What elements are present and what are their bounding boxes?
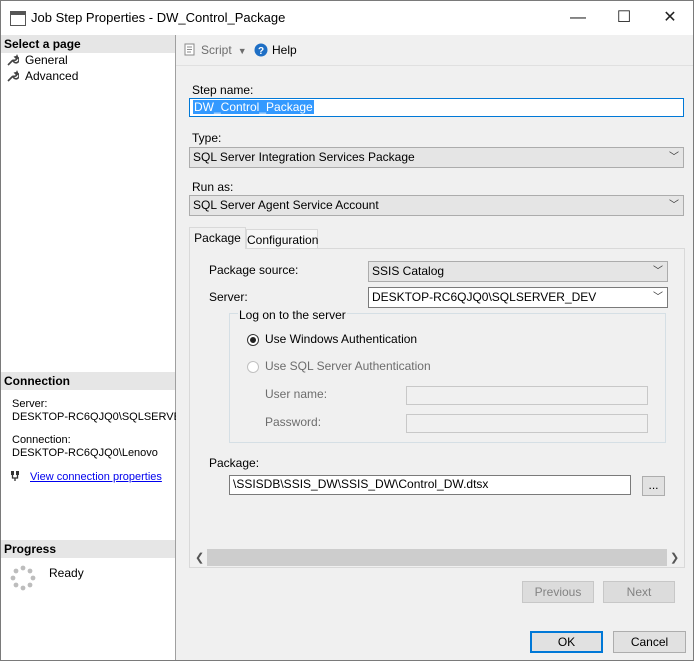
close-button[interactable]: ✕: [647, 1, 693, 34]
select-page-header: Select a page: [1, 35, 175, 53]
help-button[interactable]: ? Help: [254, 43, 297, 57]
window-title: Job Step Properties - DW_Control_Package: [31, 10, 286, 25]
package-server-select[interactable]: DESKTOP-RC6QJQ0\SQLSERVER_DEV ﹀: [368, 287, 668, 308]
horizontal-scrollbar[interactable]: ❮ ❯: [190, 549, 684, 566]
page-item-label: General: [25, 53, 68, 67]
tab-configuration[interactable]: Configuration: [246, 229, 318, 249]
connection-header: Connection: [1, 372, 175, 390]
package-server-label: Server:: [209, 290, 248, 304]
logon-group-title: Log on to the server: [238, 308, 347, 322]
package-source-label: Package source:: [209, 263, 299, 277]
windows-auth-radio[interactable]: [247, 334, 259, 346]
maximize-button[interactable]: ☐: [601, 1, 647, 34]
type-select[interactable]: SQL Server Integration Services Package ﹀: [189, 147, 684, 168]
script-icon: [184, 43, 195, 56]
chevron-down-icon: ﹀: [653, 266, 663, 277]
step-name-label: Step name:: [192, 83, 254, 97]
progress-status: Ready: [49, 566, 84, 580]
page-item-label: Advanced: [25, 69, 79, 83]
logon-groupbox: Log on to the server Use Windows Authent…: [229, 308, 666, 443]
page-item-advanced[interactable]: Advanced: [7, 69, 78, 83]
previous-button[interactable]: Previous: [522, 581, 594, 603]
username-input[interactable]: [406, 386, 648, 405]
type-value: SQL Server Integration Services Package: [193, 150, 415, 164]
windows-auth-label: Use Windows Authentication: [265, 332, 418, 346]
package-source-value: SSIS Catalog: [372, 264, 445, 278]
progress-header: Progress: [1, 540, 175, 558]
progress-spinner-icon: [10, 565, 36, 591]
chevron-down-icon: ﹀: [669, 200, 679, 211]
script-button[interactable]: Script ▼: [183, 43, 247, 57]
minimize-button[interactable]: —: [555, 1, 601, 34]
type-label: Type:: [192, 131, 222, 145]
run-as-select[interactable]: SQL Server Agent Service Account ﹀: [189, 195, 684, 216]
chevron-down-icon: ﹀: [669, 152, 679, 163]
password-input[interactable]: [406, 414, 648, 433]
scrollbar-thumb[interactable]: [207, 549, 667, 566]
next-button[interactable]: Next: [603, 581, 675, 603]
tab-package[interactable]: Package: [189, 227, 246, 249]
step-name-value: DW_Control_Package: [193, 100, 314, 114]
connection-label: Connection:: [12, 434, 71, 446]
run-as-label: Run as:: [192, 180, 234, 194]
wrench-icon: [7, 70, 19, 82]
cancel-button[interactable]: Cancel: [613, 631, 686, 653]
page-item-general[interactable]: General: [7, 53, 68, 67]
browse-button[interactable]: ...: [642, 476, 665, 496]
package-tab-panel: Package source: SSIS Catalog ﹀ Server: DE…: [189, 248, 685, 568]
help-icon: ?: [254, 43, 268, 57]
sql-auth-label: Use SQL Server Authentication: [265, 359, 431, 373]
window-icon: [10, 11, 26, 26]
server-value: DESKTOP-RC6QJQ0\SQLSERVE: [12, 411, 181, 423]
left-pane: Select a page General Advanced Connectio…: [1, 35, 181, 660]
ok-button[interactable]: OK: [530, 631, 603, 653]
main-pane: Script ▼ ? Help Step name: DW_Control_Pac…: [176, 35, 693, 660]
package-source-select[interactable]: SSIS Catalog ﹀: [368, 261, 668, 282]
package-server-value: DESKTOP-RC6QJQ0\SQLSERVER_DEV: [372, 290, 597, 304]
server-label: Server:: [12, 398, 48, 410]
wrench-icon: [7, 54, 19, 66]
script-label: Script: [201, 43, 232, 57]
view-connection-row: View connection properties: [10, 470, 162, 483]
package-path-input[interactable]: \SSISDB\SSIS_DW\SSIS_DW\Control_DW.dtsx: [229, 475, 631, 495]
step-name-input[interactable]: DW_Control_Package: [189, 98, 684, 117]
svg-text:?: ?: [258, 46, 264, 57]
scroll-left-icon[interactable]: ❮: [195, 551, 204, 564]
chevron-down-icon: ﹀: [653, 292, 663, 303]
run-as-value: SQL Server Agent Service Account: [193, 198, 379, 212]
help-label: Help: [272, 43, 297, 57]
package-path-label: Package:: [209, 456, 260, 470]
username-label: User name:: [265, 387, 328, 401]
toolbar: Script ▼ ? Help: [176, 35, 693, 66]
connection-value: DESKTOP-RC6QJQ0\Lenovo: [12, 447, 158, 459]
password-label: Password:: [265, 415, 322, 429]
scroll-right-icon[interactable]: ❯: [670, 551, 679, 564]
title-bar: Job Step Properties - DW_Control_Package…: [1, 1, 693, 35]
sql-auth-radio[interactable]: [247, 361, 259, 373]
view-connection-properties-link[interactable]: View connection properties: [30, 471, 162, 483]
dialog-window: Job Step Properties - DW_Control_Package…: [0, 0, 694, 661]
connection-icon: [11, 471, 19, 481]
chevron-down-icon[interactable]: ▼: [238, 46, 247, 56]
